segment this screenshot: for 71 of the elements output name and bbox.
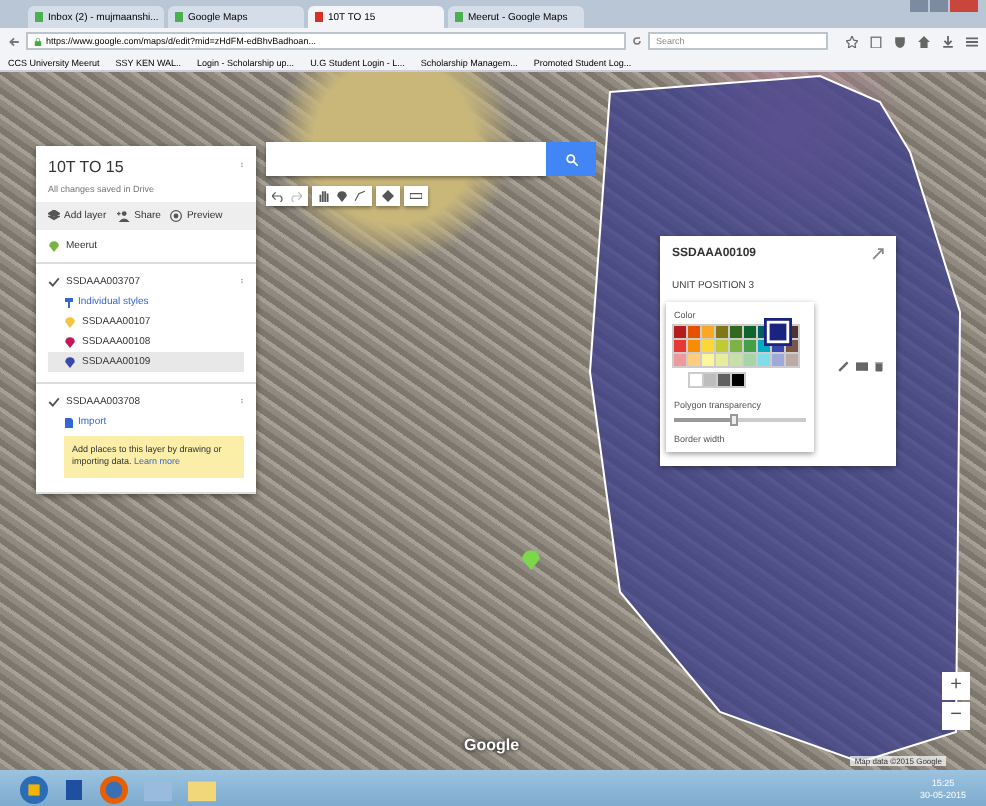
color-swatch[interactable] (730, 340, 742, 352)
color-swatch[interactable] (702, 354, 714, 366)
home-icon[interactable] (918, 35, 930, 47)
map-marker-icon (520, 548, 542, 570)
maximize-button[interactable] (930, 0, 948, 12)
color-swatch[interactable] (704, 374, 716, 386)
page-icon (34, 12, 44, 22)
download-icon[interactable] (942, 35, 954, 47)
minimize-button[interactable] (910, 0, 928, 12)
lock-icon (34, 37, 42, 45)
add-layer-icon (48, 210, 60, 222)
zoom-in-button[interactable]: + (942, 672, 970, 700)
color-swatch[interactable] (732, 374, 744, 386)
pencil-icon[interactable] (838, 360, 850, 372)
color-swatch[interactable] (688, 340, 700, 352)
start-orb-icon[interactable] (20, 776, 48, 804)
color-swatch[interactable] (702, 340, 714, 352)
layer-checkbox[interactable] (48, 275, 60, 287)
color-swatch[interactable] (716, 326, 728, 338)
search-button[interactable] (546, 142, 596, 176)
line-icon[interactable] (354, 190, 366, 202)
page-icon (174, 12, 184, 22)
color-swatch[interactable] (786, 354, 798, 366)
document-icon[interactable] (64, 778, 84, 802)
layer-checkbox[interactable] (48, 395, 60, 407)
folder-icon[interactable] (144, 776, 172, 804)
pin-icon (48, 240, 60, 252)
color-swatch[interactable] (688, 326, 700, 338)
color-swatch[interactable] (769, 323, 787, 341)
page-icon (454, 12, 464, 22)
color-swatch[interactable] (744, 326, 756, 338)
page-icon (314, 12, 324, 22)
color-swatch[interactable] (744, 340, 756, 352)
trash-icon[interactable] (874, 360, 884, 372)
color-swatch[interactable] (690, 374, 702, 386)
color-swatch[interactable] (688, 354, 700, 366)
zoom-out-button[interactable]: − (942, 702, 970, 730)
reload-icon[interactable] (632, 36, 642, 46)
color-swatch[interactable] (772, 354, 784, 366)
shield-icon[interactable] (894, 35, 906, 47)
color-swatch[interactable] (716, 340, 728, 352)
check-icon (48, 395, 60, 407)
search-icon (565, 153, 577, 165)
slider-handle[interactable] (729, 414, 738, 426)
color-swatch[interactable] (716, 354, 728, 366)
close-button[interactable] (950, 0, 978, 12)
expand-icon[interactable] (872, 248, 884, 260)
star-icon[interactable] (846, 35, 858, 47)
color-swatch[interactable] (758, 354, 770, 366)
color-swatch[interactable] (744, 354, 756, 366)
redo-icon[interactable] (290, 190, 302, 202)
add-person-icon (116, 210, 131, 222)
color-swatch[interactable] (718, 374, 730, 386)
file-icon (64, 417, 74, 427)
color-swatch[interactable] (730, 326, 742, 338)
map-logo: Google (464, 736, 520, 754)
eye-icon (170, 210, 183, 222)
color-swatch[interactable] (730, 354, 742, 366)
map-title[interactable]: 10T TO 15 (48, 158, 155, 176)
paint-roller-icon (64, 297, 74, 307)
color-swatch[interactable] (702, 326, 714, 338)
back-arrow-icon[interactable] (8, 35, 20, 47)
menu-icon[interactable] (966, 35, 978, 47)
color-swatch[interactable] (674, 340, 686, 352)
map-search-field[interactable] (266, 142, 546, 176)
marker-icon[interactable] (336, 190, 348, 202)
check-icon (48, 275, 60, 287)
undo-icon[interactable] (272, 190, 284, 202)
color-swatch[interactable] (674, 326, 686, 338)
color-swatch[interactable] (674, 354, 686, 366)
folder-icon[interactable] (188, 776, 216, 804)
